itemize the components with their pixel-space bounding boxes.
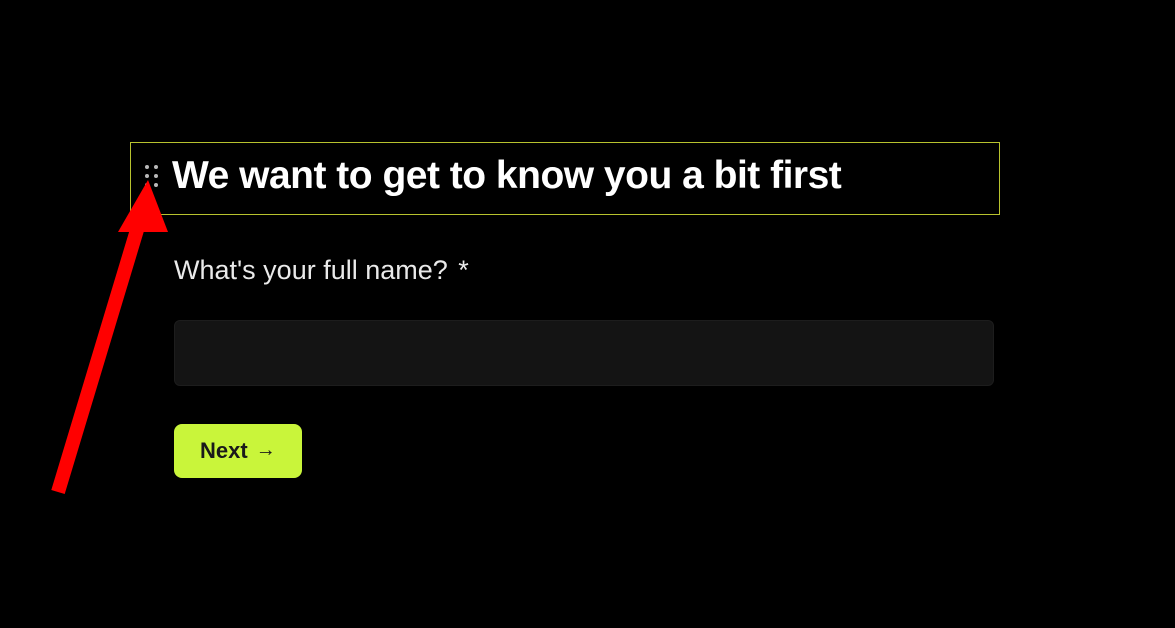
question-label: What's your full name? * [174, 266, 469, 283]
required-asterisk: * [458, 255, 469, 285]
form-step-container: We want to get to know you a bit first W… [130, 142, 1000, 478]
arrow-right-icon: → [256, 439, 276, 462]
next-button-label: Next [200, 438, 248, 464]
full-name-input[interactable] [174, 320, 994, 386]
form-heading: We want to get to know you a bit first [172, 153, 841, 200]
question-block: What's your full name? * Next → [130, 255, 1000, 478]
drag-handle-icon[interactable] [145, 165, 158, 187]
heading-block-selected[interactable]: We want to get to know you a bit first [130, 142, 1000, 215]
question-label-text: What's your full name? [174, 255, 448, 285]
next-button[interactable]: Next → [174, 424, 302, 478]
